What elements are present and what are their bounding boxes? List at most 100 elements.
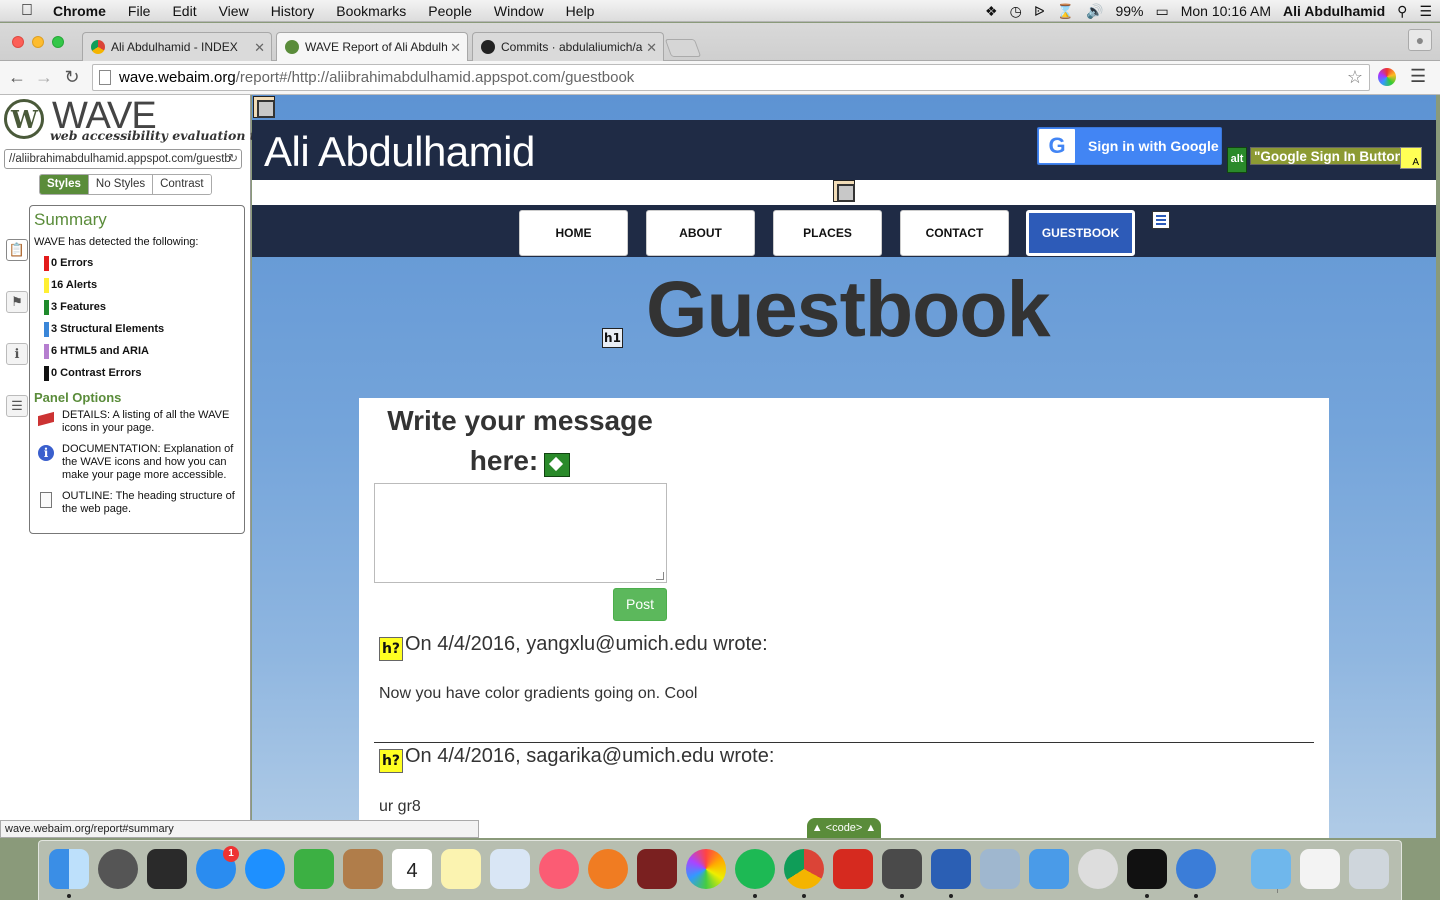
tab-wave-report[interactable]: WAVE Report of Ali Abdulh ✕	[276, 32, 468, 62]
menu-people[interactable]: People	[417, 3, 483, 19]
finder-icon[interactable]	[49, 849, 89, 889]
summary-errors[interactable]: 0 Errors	[34, 252, 240, 274]
menu-app-name[interactable]: Chrome	[42, 3, 117, 19]
h1-tag-icon[interactable]: h1	[602, 328, 623, 348]
safari-icon[interactable]	[245, 849, 285, 889]
tab-close-icon[interactable]: ✕	[450, 33, 461, 62]
nav-guestbook[interactable]: GUESTBOOK	[1026, 210, 1135, 256]
possible-heading-tag-icon[interactable]: h?	[379, 637, 403, 661]
tab-styles[interactable]: Styles	[40, 175, 89, 194]
option-details[interactable]: DETAILS: A listing of all the WAVE icons…	[34, 409, 240, 435]
launchpad-icon[interactable]	[98, 849, 138, 889]
unordered-list-tag-icon[interactable]	[1152, 211, 1170, 229]
alt-text-tag-icon[interactable]: alt	[1227, 147, 1247, 173]
html5-nav-tag-icon[interactable]	[833, 180, 855, 202]
nav-places[interactable]: PLACES	[773, 210, 882, 256]
summary-contrast[interactable]: 0 Contrast Errors	[34, 362, 240, 384]
contacts-icon[interactable]	[343, 849, 383, 889]
nav-contact[interactable]: CONTACT	[900, 210, 1009, 256]
reload-icon[interactable]: ↻	[61, 66, 83, 88]
acrobat-icon[interactable]	[833, 849, 873, 889]
menu-file[interactable]: File	[117, 3, 162, 19]
image-capture-icon[interactable]	[980, 849, 1020, 889]
menu-view[interactable]: View	[208, 3, 260, 19]
menu-window[interactable]: Window	[483, 3, 555, 19]
chrome-menu-icon[interactable]: ☰	[1410, 66, 1426, 87]
summary-structural[interactable]: 3 Structural Elements	[34, 318, 240, 340]
profile-icon[interactable]: ●	[1408, 29, 1432, 51]
wifi-icon[interactable]: ⌛	[1057, 3, 1074, 20]
terminal-icon[interactable]	[1127, 849, 1167, 889]
time-machine-icon[interactable]: ◷	[1010, 3, 1022, 20]
option-documentation[interactable]: i DOCUMENTATION: Explanation of the WAVE…	[34, 443, 240, 482]
preview-icon[interactable]	[490, 849, 530, 889]
refresh-icon[interactable]: ↻	[228, 150, 238, 168]
message-textarea[interactable]	[374, 483, 667, 583]
flag-icon[interactable]: ⚑	[6, 291, 28, 313]
sublime-text-icon[interactable]	[882, 849, 922, 889]
photo-booth-icon[interactable]	[637, 849, 677, 889]
photos-icon[interactable]	[686, 849, 726, 889]
menu-edit[interactable]: Edit	[161, 3, 207, 19]
possible-heading-tag-icon[interactable]: h?	[379, 749, 403, 773]
color-extension-icon[interactable]	[1378, 68, 1396, 86]
tab-close-icon[interactable]: ✕	[254, 33, 265, 61]
nav-home[interactable]: HOME	[519, 210, 628, 256]
battery-percent[interactable]: 99%	[1115, 3, 1143, 19]
label-tag-icon[interactable]	[544, 452, 571, 477]
folder-icon[interactable]	[1251, 849, 1291, 889]
post-button[interactable]: Post	[613, 588, 667, 621]
alert-icon[interactable]: A	[1400, 147, 1422, 169]
window-minimize-button[interactable]	[32, 36, 44, 48]
cyberduck-icon[interactable]	[1078, 849, 1118, 889]
tab-github-commits[interactable]: Commits · abdulaliumich/a ✕	[472, 32, 664, 61]
apple-menu-icon[interactable]: 	[12, 2, 42, 20]
downloads-stack-icon[interactable]	[1300, 849, 1340, 889]
summary-html5-aria[interactable]: 6 HTML5 and ARIA	[34, 340, 240, 362]
notification-center-icon[interactable]: ☰	[1419, 3, 1432, 20]
menu-bookmarks[interactable]: Bookmarks	[325, 3, 417, 19]
spotify-icon[interactable]	[735, 849, 775, 889]
outline-doc-icon[interactable]: ☰	[6, 395, 28, 417]
wave-url-input[interactable]: //aliibrahimabdulhamid.appspot.com/guest…	[4, 149, 242, 169]
back-arrow-icon[interactable]: ←	[6, 66, 28, 88]
trash-icon[interactable]	[1349, 849, 1389, 889]
menu-history[interactable]: History	[260, 3, 326, 19]
notes-icon[interactable]	[441, 849, 481, 889]
activity-monitor-icon[interactable]	[147, 849, 187, 889]
tab-close-icon[interactable]: ✕	[646, 33, 657, 61]
info-icon[interactable]: ℹ	[6, 343, 28, 365]
calendar-icon[interactable]: 4	[392, 849, 432, 889]
tab-index[interactable]: Ali Abdulhamid - INDEX ✕	[82, 32, 272, 61]
ibooks-icon[interactable]	[588, 849, 628, 889]
dropbox-icon[interactable]: ❖	[985, 3, 998, 20]
tab-no-styles[interactable]: No Styles	[88, 175, 154, 194]
html5-header-tag-icon[interactable]	[253, 96, 275, 118]
battery-icon[interactable]: ▭	[1156, 3, 1169, 20]
itunes-icon[interactable]	[539, 849, 579, 889]
menubar-user[interactable]: Ali Abdulhamid	[1283, 3, 1385, 19]
forward-arrow-icon[interactable]: →	[33, 66, 55, 88]
address-bar[interactable]: wave.webaim.org/report#/http://aliibrahi…	[92, 64, 1370, 91]
volume-icon[interactable]: 🔊	[1086, 3, 1103, 20]
menubar-clock[interactable]: Mon 10:16 AM	[1181, 3, 1271, 19]
window-close-button[interactable]	[12, 36, 24, 48]
spotlight-icon[interactable]: ⚲	[1397, 3, 1407, 20]
code-toggle-button[interactable]: ▲ <code> ▲	[807, 818, 881, 838]
xcode-icon[interactable]	[1029, 849, 1069, 889]
facetime-icon[interactable]	[294, 849, 334, 889]
bluetooth-icon[interactable]: ᐉ	[1034, 3, 1045, 20]
new-tab-button[interactable]	[664, 39, 702, 57]
google-signin-button[interactable]: G Sign in with Google	[1037, 127, 1222, 165]
nav-about[interactable]: ABOUT	[646, 210, 755, 256]
summary-features[interactable]: 3 Features	[34, 296, 240, 318]
option-outline[interactable]: OUTLINE: The heading structure of the we…	[34, 490, 240, 516]
tab-contrast[interactable]: Contrast	[153, 175, 211, 194]
summary-alerts[interactable]: 16 Alerts	[34, 274, 240, 296]
clipboard-icon[interactable]: 📋	[6, 239, 28, 261]
menu-help[interactable]: Help	[555, 3, 606, 19]
window-maximize-button[interactable]	[52, 36, 64, 48]
network-utility-icon[interactable]	[1176, 849, 1216, 889]
bookmark-star-icon[interactable]: ☆	[1347, 65, 1363, 90]
chrome-dock-icon[interactable]	[784, 849, 824, 889]
